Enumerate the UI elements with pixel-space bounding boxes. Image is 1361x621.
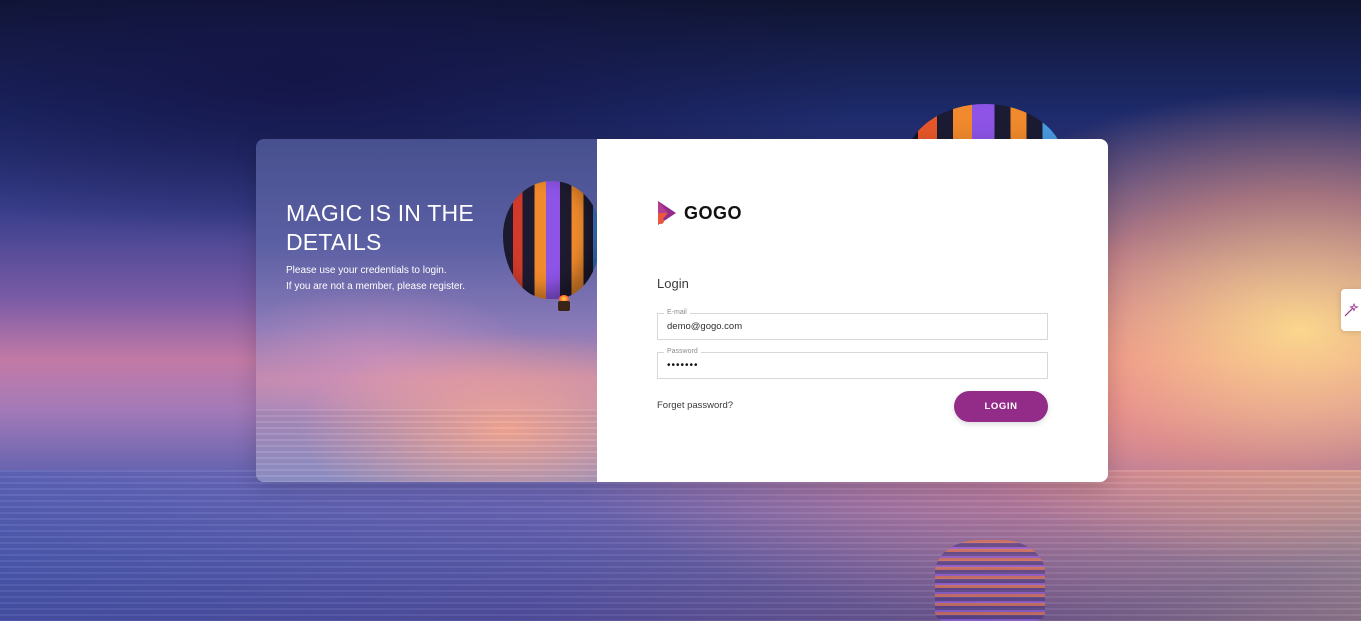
intro-text: Please use your credentials to login. If… xyxy=(286,263,465,295)
password-input[interactable] xyxy=(667,353,1041,378)
intro-heading: MAGIC IS IN THE DETAILS xyxy=(286,200,474,255)
login-form-panel: GOGO Login E-mail Password Forget passwo… xyxy=(597,139,1108,482)
forgot-password-link[interactable]: Forget password? xyxy=(657,400,733,411)
balloon-basket xyxy=(558,301,570,311)
intro-line-1: Please use your credentials to login. xyxy=(286,265,447,276)
theme-settings-tab[interactable] xyxy=(1341,289,1361,331)
login-button[interactable]: LOGIN xyxy=(954,391,1048,422)
form-title: Login xyxy=(657,276,689,291)
brand-name: GOGO xyxy=(684,202,743,223)
gogo-logo-icon xyxy=(658,201,676,225)
background-sea xyxy=(0,470,1361,621)
login-card: MAGIC IS IN THE DETAILS Please use your … xyxy=(256,139,1108,482)
magic-wand-icon xyxy=(1344,302,1359,317)
hot-air-balloon-image xyxy=(503,181,601,299)
password-field[interactable]: Password xyxy=(657,347,1048,379)
brand-logo[interactable]: GOGO xyxy=(656,200,742,226)
intro-line-2: If you are not a member, please register… xyxy=(286,281,465,292)
login-card-image-panel: MAGIC IS IN THE DETAILS Please use your … xyxy=(256,139,601,482)
email-input[interactable] xyxy=(667,314,1041,339)
balloon-reflection xyxy=(935,540,1045,621)
email-field[interactable]: E-mail xyxy=(657,308,1048,340)
